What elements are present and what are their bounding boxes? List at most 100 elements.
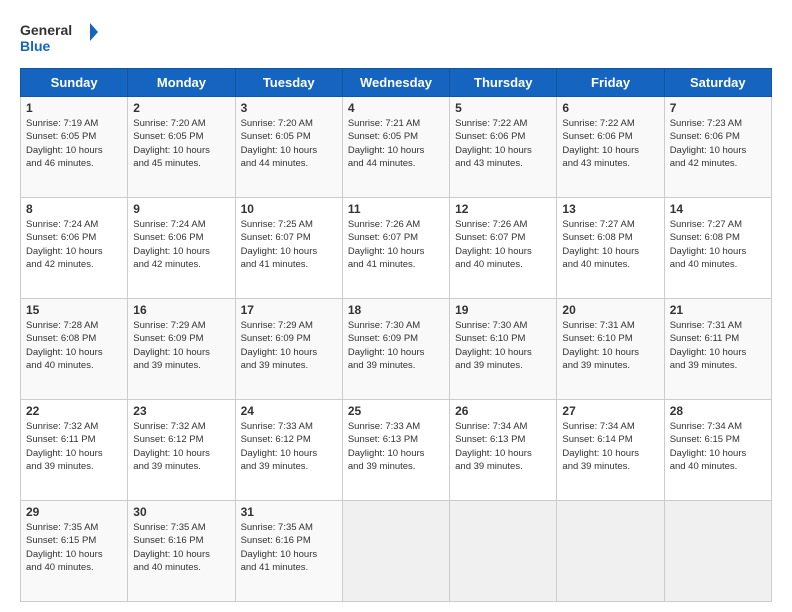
day-number: 21 [670, 303, 766, 317]
calendar-cell: 30Sunrise: 7:35 AM Sunset: 6:16 PM Dayli… [128, 501, 235, 602]
day-number: 14 [670, 202, 766, 216]
day-info: Sunrise: 7:20 AM Sunset: 6:05 PM Dayligh… [241, 117, 337, 170]
day-number: 24 [241, 404, 337, 418]
calendar-cell: 26Sunrise: 7:34 AM Sunset: 6:13 PM Dayli… [450, 400, 557, 501]
calendar-cell: 13 Sunrise: 7:27 AM Sunset: 6:08 PM Dayli… [557, 198, 664, 299]
day-number: 18 [348, 303, 444, 317]
day-number: 13 [562, 202, 658, 216]
calendar-cell: 31 Sunrise: 7:35 AM Sunset: 6:16 PM Dayli… [235, 501, 342, 602]
svg-text:General: General [20, 22, 72, 38]
calendar-week-row: 15Sunrise: 7:28 AM Sunset: 6:08 PM Dayli… [21, 299, 772, 400]
day-number: 27 [562, 404, 658, 418]
day-number: 31 [241, 505, 337, 519]
calendar-cell [664, 501, 771, 602]
day-number: 28 [670, 404, 766, 418]
page: General Blue SundayMondayTuesdayWednesda… [0, 0, 792, 612]
calendar-cell: 24 Sunrise: 7:33 AM Sunset: 6:12 PM Dayli… [235, 400, 342, 501]
calendar-cell [342, 501, 449, 602]
day-number: 7 [670, 101, 766, 115]
weekday-header: Wednesday [342, 69, 449, 97]
calendar-table: SundayMondayTuesdayWednesdayThursdayFrid… [20, 68, 772, 602]
day-info: Sunrise: 7:19 AM Sunset: 6:05 PM Dayligh… [26, 117, 122, 170]
day-info: Sunrise: 7:29 AM Sunset: 6:09 PM Dayligh… [241, 319, 337, 372]
calendar-cell: 16 Sunrise: 7:29 AM Sunset: 6:09 PM Dayli… [128, 299, 235, 400]
day-info: Sunrise: 7:35 AM Sunset: 6:15 PM Dayligh… [26, 521, 122, 574]
day-info: Sunrise: 7:27 AM Sunset: 6:08 PM Dayligh… [670, 218, 766, 271]
day-info: Sunrise: 7:29 AM Sunset: 6:09 PM Dayligh… [133, 319, 229, 372]
day-number: 20 [562, 303, 658, 317]
day-info: Sunrise: 7:35 AM Sunset: 6:16 PM Dayligh… [133, 521, 229, 574]
calendar-cell: 8Sunrise: 7:24 AM Sunset: 6:06 PM Daylig… [21, 198, 128, 299]
calendar-cell: 25 Sunrise: 7:33 AM Sunset: 6:13 PM Dayli… [342, 400, 449, 501]
calendar-cell: 20 Sunrise: 7:31 AM Sunset: 6:10 PM Dayli… [557, 299, 664, 400]
day-info: Sunrise: 7:30 AM Sunset: 6:09 PM Dayligh… [348, 319, 444, 372]
day-number: 19 [455, 303, 551, 317]
day-info: Sunrise: 7:31 AM Sunset: 6:11 PM Dayligh… [670, 319, 766, 372]
calendar-cell: 3 Sunrise: 7:20 AM Sunset: 6:05 PM Daylig… [235, 97, 342, 198]
weekday-header: Sunday [21, 69, 128, 97]
day-info: Sunrise: 7:33 AM Sunset: 6:12 PM Dayligh… [241, 420, 337, 473]
calendar-cell: 21 Sunrise: 7:31 AM Sunset: 6:11 PM Dayli… [664, 299, 771, 400]
day-number: 15 [26, 303, 122, 317]
day-info: Sunrise: 7:26 AM Sunset: 6:07 PM Dayligh… [348, 218, 444, 271]
calendar-cell: 7 Sunrise: 7:23 AM Sunset: 6:06 PM Daylig… [664, 97, 771, 198]
calendar-cell: 1 Sunrise: 7:19 AM Sunset: 6:05 PM Daylig… [21, 97, 128, 198]
header: General Blue [20, 18, 772, 58]
day-number: 6 [562, 101, 658, 115]
calendar-cell: 19 Sunrise: 7:30 AM Sunset: 6:10 PM Dayli… [450, 299, 557, 400]
weekday-header: Tuesday [235, 69, 342, 97]
calendar-cell: 9 Sunrise: 7:24 AM Sunset: 6:06 PM Daylig… [128, 198, 235, 299]
day-info: Sunrise: 7:35 AM Sunset: 6:16 PM Dayligh… [241, 521, 337, 574]
day-number: 22 [26, 404, 122, 418]
calendar-cell: 17Sunrise: 7:29 AM Sunset: 6:09 PM Dayli… [235, 299, 342, 400]
day-info: Sunrise: 7:26 AM Sunset: 6:07 PM Dayligh… [455, 218, 551, 271]
day-number: 9 [133, 202, 229, 216]
day-info: Sunrise: 7:23 AM Sunset: 6:06 PM Dayligh… [670, 117, 766, 170]
day-info: Sunrise: 7:24 AM Sunset: 6:06 PM Dayligh… [133, 218, 229, 271]
logo-svg: General Blue [20, 18, 100, 58]
day-number: 12 [455, 202, 551, 216]
day-info: Sunrise: 7:21 AM Sunset: 6:05 PM Dayligh… [348, 117, 444, 170]
day-number: 1 [26, 101, 122, 115]
calendar-cell: 29Sunrise: 7:35 AM Sunset: 6:15 PM Dayli… [21, 501, 128, 602]
day-number: 5 [455, 101, 551, 115]
day-number: 11 [348, 202, 444, 216]
weekday-header: Thursday [450, 69, 557, 97]
calendar-week-row: 8Sunrise: 7:24 AM Sunset: 6:06 PM Daylig… [21, 198, 772, 299]
calendar-cell: 11 Sunrise: 7:26 AM Sunset: 6:07 PM Dayli… [342, 198, 449, 299]
weekday-header: Friday [557, 69, 664, 97]
day-info: Sunrise: 7:32 AM Sunset: 6:11 PM Dayligh… [26, 420, 122, 473]
day-info: Sunrise: 7:31 AM Sunset: 6:10 PM Dayligh… [562, 319, 658, 372]
svg-text:Blue: Blue [20, 38, 51, 54]
day-info: Sunrise: 7:22 AM Sunset: 6:06 PM Dayligh… [455, 117, 551, 170]
day-number: 3 [241, 101, 337, 115]
day-info: Sunrise: 7:33 AM Sunset: 6:13 PM Dayligh… [348, 420, 444, 473]
calendar-cell: 6 Sunrise: 7:22 AM Sunset: 6:06 PM Daylig… [557, 97, 664, 198]
day-info: Sunrise: 7:34 AM Sunset: 6:14 PM Dayligh… [562, 420, 658, 473]
calendar-cell: 22 Sunrise: 7:32 AM Sunset: 6:11 PM Dayli… [21, 400, 128, 501]
calendar-week-row: 22 Sunrise: 7:32 AM Sunset: 6:11 PM Dayli… [21, 400, 772, 501]
day-info: Sunrise: 7:25 AM Sunset: 6:07 PM Dayligh… [241, 218, 337, 271]
calendar-cell: 15Sunrise: 7:28 AM Sunset: 6:08 PM Dayli… [21, 299, 128, 400]
day-number: 25 [348, 404, 444, 418]
calendar-cell: 2Sunrise: 7:20 AM Sunset: 6:05 PM Daylig… [128, 97, 235, 198]
day-number: 4 [348, 101, 444, 115]
day-info: Sunrise: 7:22 AM Sunset: 6:06 PM Dayligh… [562, 117, 658, 170]
day-number: 2 [133, 101, 229, 115]
day-number: 16 [133, 303, 229, 317]
calendar-cell [450, 501, 557, 602]
day-info: Sunrise: 7:24 AM Sunset: 6:06 PM Dayligh… [26, 218, 122, 271]
day-info: Sunrise: 7:27 AM Sunset: 6:08 PM Dayligh… [562, 218, 658, 271]
calendar-cell: 23 Sunrise: 7:32 AM Sunset: 6:12 PM Dayli… [128, 400, 235, 501]
day-info: Sunrise: 7:32 AM Sunset: 6:12 PM Dayligh… [133, 420, 229, 473]
calendar-cell: 18 Sunrise: 7:30 AM Sunset: 6:09 PM Dayli… [342, 299, 449, 400]
calendar-cell: 5 Sunrise: 7:22 AM Sunset: 6:06 PM Daylig… [450, 97, 557, 198]
calendar-cell: 28 Sunrise: 7:34 AM Sunset: 6:15 PM Dayli… [664, 400, 771, 501]
weekday-header: Saturday [664, 69, 771, 97]
day-number: 26 [455, 404, 551, 418]
logo: General Blue [20, 18, 100, 58]
weekday-header: Monday [128, 69, 235, 97]
day-info: Sunrise: 7:30 AM Sunset: 6:10 PM Dayligh… [455, 319, 551, 372]
day-info: Sunrise: 7:34 AM Sunset: 6:15 PM Dayligh… [670, 420, 766, 473]
day-number: 23 [133, 404, 229, 418]
